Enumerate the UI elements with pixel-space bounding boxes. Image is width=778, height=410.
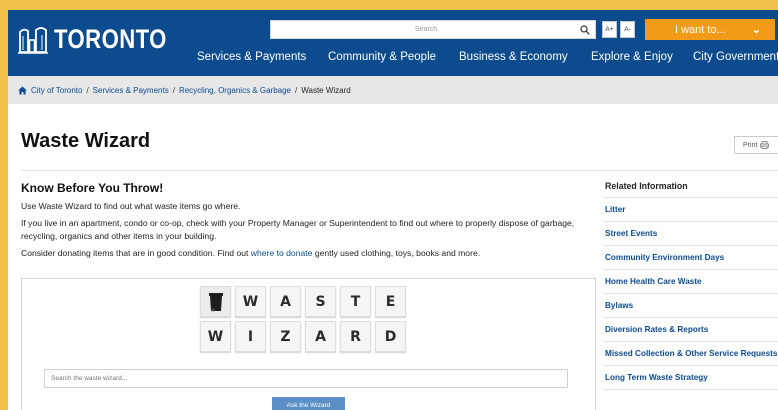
waste-wizard-search-input[interactable]: [44, 369, 568, 388]
nav-city-government[interactable]: City Government: [693, 51, 778, 63]
tile-letter: T: [340, 286, 371, 317]
breadcrumb-separator: /: [172, 85, 175, 95]
tile-bin: [200, 286, 231, 317]
browser-page: TORONTO A+ A- I want to... ⌄ Services & …: [8, 10, 778, 410]
search-icon[interactable]: [580, 25, 590, 35]
sidebar-link-community-environment-days[interactable]: Community Environment Days: [605, 246, 778, 270]
home-icon[interactable]: [18, 85, 27, 95]
site-search: [270, 20, 596, 39]
tile-letter: R: [340, 321, 371, 352]
sidebar-link-home-health-care-waste[interactable]: Home Health Care Waste: [605, 270, 778, 294]
apartment-paragraph: If you live in an apartment, condo or co…: [21, 218, 575, 241]
nav-services-payments[interactable]: Services & Payments: [197, 51, 306, 63]
where-to-donate-link[interactable]: where to donate: [251, 248, 313, 258]
waste-wizard-widget: W A S T E W I Z A R D Ask the Wizard: [21, 278, 596, 410]
donate-text-after: gently used clothing, toys, books and mo…: [312, 248, 481, 258]
donate-text-before: Consider donating items that are in good…: [21, 248, 251, 258]
print-label: Print: [743, 141, 758, 149]
garbage-bin-icon: [208, 292, 223, 311]
i-want-to-label: I want to...: [675, 23, 726, 36]
sidebar-link-bylaws[interactable]: Bylaws: [605, 294, 778, 318]
logo-row-waste: W A S T E: [200, 286, 406, 317]
intro-paragraph: Use Waste Wizard to find out what waste …: [21, 201, 241, 211]
nav-community-people[interactable]: Community & People: [328, 51, 436, 63]
donate-paragraph: Consider donating items that are in good…: [21, 247, 596, 260]
sidebar-link-street-events[interactable]: Street Events: [605, 222, 778, 246]
tile-letter: S: [305, 286, 336, 317]
title-divider: [21, 170, 778, 171]
nav-explore-enjoy[interactable]: Explore & Enjoy: [591, 51, 673, 63]
tile-letter: I: [235, 321, 266, 352]
breadcrumb-link-city[interactable]: City of Toronto: [31, 86, 82, 95]
main-content: Know Before You Throw! Use Waste Wizard …: [21, 181, 596, 264]
breadcrumb-current: Waste Wizard: [301, 85, 351, 95]
sidebar-heading: Related Information: [605, 181, 778, 198]
breadcrumb: City of Toronto / Services & Payments / …: [8, 76, 778, 104]
tile-letter: D: [375, 321, 406, 352]
site-search-input[interactable]: [271, 21, 571, 38]
section-heading: Know Before You Throw!: [21, 181, 164, 195]
font-increase-button[interactable]: A+: [602, 21, 617, 38]
site-header: TORONTO A+ A- I want to... ⌄ Services & …: [8, 10, 778, 76]
ask-the-wizard-button[interactable]: Ask the Wizard: [272, 397, 345, 410]
tile-letter: A: [305, 321, 336, 352]
city-hall-logo-icon: [18, 26, 48, 54]
printer-icon: [760, 141, 770, 149]
chevron-down-icon: ⌄: [751, 24, 761, 36]
sidebar-link-litter[interactable]: Litter: [605, 198, 778, 222]
breadcrumb-link-services[interactable]: Services & Payments: [93, 86, 169, 95]
breadcrumb-separator: /: [295, 85, 298, 95]
main-nav: Services & Payments Community & People B…: [8, 51, 778, 69]
tile-letter: A: [270, 286, 301, 317]
print-button[interactable]: Print: [734, 136, 778, 154]
sidebar-link-missed-collection[interactable]: Missed Collection & Other Service Reques…: [605, 342, 778, 366]
tile-letter: Z: [270, 321, 301, 352]
tile-letter: E: [375, 286, 406, 317]
sidebar-link-diversion-rates[interactable]: Diversion Rates & Reports: [605, 318, 778, 342]
waste-wizard-logo: W A S T E W I Z A R D: [200, 286, 406, 356]
nav-business-economy[interactable]: Business & Economy: [459, 51, 568, 63]
breadcrumb-link-recycling[interactable]: Recycling, Organics & Garbage: [179, 86, 291, 95]
tile-letter: W: [235, 286, 266, 317]
sidebar-link-long-term-waste-strategy[interactable]: Long Term Waste Strategy: [605, 366, 778, 390]
logo-row-wizard: W I Z A R D: [200, 321, 406, 352]
font-decrease-button[interactable]: A-: [620, 21, 635, 38]
page-title: Waste Wizard: [21, 130, 151, 152]
related-information-sidebar: Related Information Litter Street Events…: [605, 181, 778, 390]
breadcrumb-separator: /: [86, 85, 89, 95]
i-want-to-dropdown[interactable]: I want to... ⌄: [645, 19, 775, 40]
tile-letter: W: [200, 321, 231, 352]
